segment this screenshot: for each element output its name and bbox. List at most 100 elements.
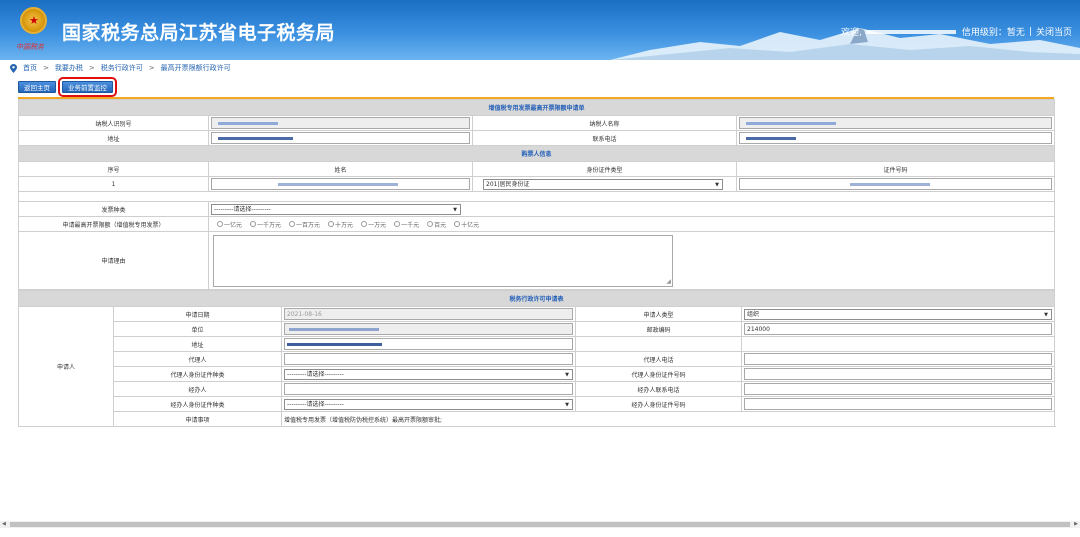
scroll-right-icon[interactable]: ▶	[1074, 521, 1078, 527]
radio-circle-icon	[250, 221, 257, 227]
close-page-link[interactable]: 关闭当页	[1036, 25, 1072, 38]
credit-level: 信用级别：暂无	[961, 28, 1025, 38]
toolbar: 返回主页 业务前置监控	[18, 77, 117, 97]
buyer-id-type-select[interactable]: 201|居民身份证	[483, 178, 723, 190]
col-header-id-type: 身份证件类型	[472, 161, 737, 177]
section-title-admin-license: 税务行政许可申请表	[17, 290, 1056, 307]
header-user-area: 欢迎, 信用级别：暂无 | 关闭当页	[841, 25, 1072, 39]
radio-circle-icon	[427, 221, 434, 227]
col-header-no: 序号	[18, 161, 209, 177]
section-title-limit-application: 增值税专用发票最高开票限额申请单	[17, 99, 1056, 116]
invoice-type-label: 发票种类	[18, 201, 209, 217]
site-title: 国家税务总局江苏省电子税务局	[62, 22, 336, 44]
address-field[interactable]	[211, 132, 470, 144]
agent-id-number-field[interactable]	[744, 368, 1053, 380]
scrollbar-thumb[interactable]	[10, 522, 1070, 527]
radio-circle-icon	[328, 221, 335, 227]
agent-field[interactable]	[284, 353, 573, 365]
apply-date-field: 2021-08-16	[284, 308, 573, 320]
admin-license-table: 税务行政许可申请表 申请人 申请日期 2021-08-16 申请人类型 组织 单…	[17, 290, 1056, 427]
tax-emblem-icon: ★	[20, 7, 47, 34]
limit-option-1k[interactable]: 一千元	[394, 220, 419, 229]
agent-phone-label: 代理人电话	[575, 351, 742, 367]
reason-textarea[interactable]: ◢	[213, 234, 673, 287]
handler-label: 经办人	[113, 381, 282, 397]
resize-handle-icon[interactable]: ◢	[666, 278, 671, 285]
precheck-monitor-button[interactable]: 业务前置监控	[58, 77, 117, 97]
col-header-id-number: 证件号码	[735, 161, 1056, 177]
taxpayer-id-label: 纳税人识别号	[18, 115, 209, 131]
breadcrumb-separator: >	[43, 64, 49, 72]
breadcrumb-admin-license[interactable]: 税务行政许可	[101, 63, 143, 73]
taxpayer-name-label: 纳税人名称	[472, 115, 737, 131]
breadcrumb-separator: >	[88, 64, 95, 72]
radio-circle-icon	[217, 221, 223, 227]
agent-phone-field[interactable]	[744, 353, 1053, 365]
max-limit-radio-group: 一亿元 一千万元 一百万元 十万元 一万元 一千元 百元 十亿元	[211, 220, 1052, 229]
breadcrumb-tax-tasks[interactable]: 我要办税	[55, 63, 83, 73]
limit-option-100[interactable]: 百元	[427, 220, 446, 229]
matter-value: 增值税专用发票（增值税防伪税控系统）最高开票限额审批;	[280, 411, 1056, 427]
breadcrumb: 首页 > 我要办税 > 税务行政许可 > 最高开票限额行政许可	[10, 62, 231, 74]
applicant-type-label: 申请人类型	[575, 306, 742, 322]
col-header-name: 姓名	[208, 161, 473, 177]
applicant-label: 申请人	[18, 306, 114, 427]
return-home-button[interactable]: 返回主页	[18, 81, 56, 93]
radio-circle-icon	[361, 221, 368, 227]
max-limit-label: 申请最高开票限额（增值税专用发票）	[18, 216, 209, 232]
handler-id-type-select[interactable]: ---------请选择---------	[284, 398, 573, 410]
agent-id-number-label: 代理人身份证件号码	[575, 366, 742, 382]
address2-label: 地址	[113, 336, 282, 352]
address2-field[interactable]	[284, 338, 573, 350]
buyer-id-number-field[interactable]	[739, 178, 1053, 190]
breadcrumb-current: 最高开票限额行政许可	[160, 64, 231, 72]
blank-row	[17, 191, 1056, 202]
welcome-text: 欢迎,	[841, 28, 862, 38]
limit-option-100k[interactable]: 十万元	[328, 220, 353, 229]
horizontal-scrollbar[interactable]: ◀ ▶	[0, 521, 1080, 528]
section-title-buyer-info: 购票人信息	[17, 145, 1056, 162]
apply-date-label: 申请日期	[113, 306, 282, 322]
buyer-name-field[interactable]	[211, 178, 470, 190]
radio-circle-icon	[289, 221, 296, 227]
phone-label: 联系电话	[472, 130, 737, 146]
phone-field[interactable]	[739, 132, 1053, 144]
breadcrumb-separator: >	[148, 64, 155, 72]
scroll-left-icon[interactable]: ◀	[2, 521, 6, 527]
handler-phone-field[interactable]	[744, 383, 1053, 395]
invoice-type-select[interactable]: ---------请选择---------	[211, 203, 461, 215]
matter-label: 申请事项	[113, 411, 282, 427]
handler-id-number-field[interactable]	[744, 398, 1053, 410]
site-header: ★ 中国税务 国家税务总局江苏省电子税务局 欢迎, 信用级别：暂无 | 关闭当页	[0, 0, 1080, 60]
limit-option-10m[interactable]: 一千万元	[250, 220, 281, 229]
zip-field[interactable]: 214000	[744, 323, 1053, 335]
limit-option-1b[interactable]: 十亿元	[454, 220, 479, 229]
handler-field[interactable]	[284, 383, 573, 395]
radio-circle-icon	[454, 221, 461, 227]
limit-application-table: 增值税专用发票最高开票限额申请单 纳税人识别号 纳税人名称 地址 联系电话 购票…	[17, 99, 1056, 290]
logo-subtitle: 中国税务	[16, 43, 44, 51]
limit-option-10k[interactable]: 一万元	[361, 220, 386, 229]
agent-label: 代理人	[113, 351, 282, 367]
handler-id-number-label: 经办人身份证件号码	[575, 396, 742, 412]
limit-option-100m[interactable]: 一亿元	[217, 220, 242, 229]
applicant-type-select[interactable]: 组织	[744, 308, 1053, 320]
handler-phone-label: 经办人联系电话	[575, 381, 742, 397]
unit-field	[284, 323, 573, 335]
agent-id-type-label: 代理人身份证件种类	[113, 366, 282, 382]
taxpayer-name-field	[739, 117, 1053, 129]
buyer-row-no: 1	[18, 176, 209, 192]
limit-option-1m[interactable]: 一百万元	[289, 220, 320, 229]
radio-circle-icon	[394, 221, 401, 227]
application-form: 增值税专用发票最高开票限额申请单 纳税人识别号 纳税人名称 地址 联系电话 购票…	[17, 99, 1056, 427]
handler-id-type-label: 经办人身份证件种类	[113, 396, 282, 412]
zip-label: 邮政编码	[575, 321, 742, 337]
reason-label: 申请理由	[18, 231, 209, 290]
agent-id-type-select[interactable]: ---------请选择---------	[284, 368, 573, 380]
taxpayer-id-field	[211, 117, 470, 129]
redacted-username	[865, 29, 956, 34]
location-pin-icon	[10, 63, 17, 73]
breadcrumb-home[interactable]: 首页	[23, 63, 37, 73]
header-separator: |	[1028, 26, 1032, 37]
unit-label: 单位	[113, 321, 282, 337]
